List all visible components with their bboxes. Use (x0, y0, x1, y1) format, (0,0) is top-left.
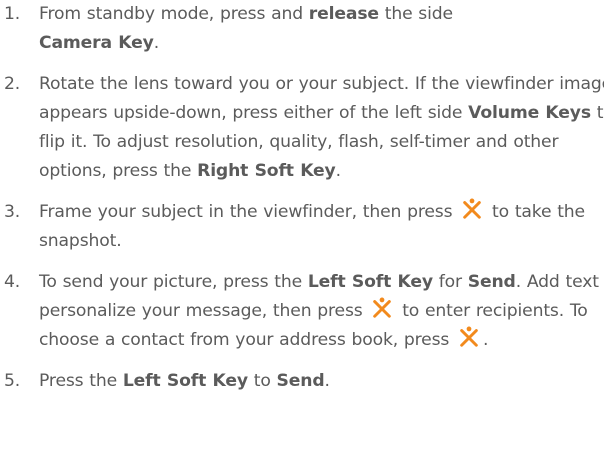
bold-term: Send (276, 371, 325, 391)
step-5: 5. Press the Left Soft Key to Send. (0, 367, 604, 396)
ok-key-icon (371, 297, 393, 319)
step-2: 2. Rotate the lens toward you or your su… (0, 70, 604, 186)
ok-key-icon (461, 198, 483, 220)
step-text: Press the (39, 371, 123, 391)
bold-term: Send (467, 272, 516, 292)
steps-list: 1. From standby mode, press and release … (0, 0, 604, 396)
step-4: 4. To send your picture, press the Left … (0, 268, 604, 355)
ok-key-icon (458, 326, 480, 348)
step-text: Frame your subject in the viewfinder, th… (39, 202, 459, 222)
step-text: . (335, 161, 341, 181)
step-text: To send your picture, press the (39, 272, 308, 292)
step-text: From standby mode, press and (39, 4, 309, 24)
step-number: 2. (4, 74, 21, 94)
bold-term: release (308, 4, 379, 24)
step-text: . (483, 330, 489, 350)
step-text: to (247, 371, 277, 391)
bold-term: Camera Key (39, 33, 154, 53)
bold-term: Left Soft Key (307, 272, 433, 292)
instructions-page: 1. From standby mode, press and release … (0, 0, 604, 469)
step-number: 3. (4, 202, 21, 222)
step-number: 5. (4, 371, 21, 391)
step-text: for (432, 272, 468, 292)
step-text: . (324, 371, 330, 391)
step-number: 1. (4, 4, 21, 24)
step-number: 4. (4, 272, 21, 292)
step-1: 1. From standby mode, press and release … (0, 0, 559, 58)
bold-term: Right Soft Key (197, 161, 336, 181)
step-text: . (153, 33, 160, 53)
bold-term: Volume Keys (468, 103, 591, 123)
step-3: 3. Frame your subject in the viewfinder,… (0, 198, 604, 256)
step-text: the side (378, 4, 453, 24)
bold-term: Left Soft Key (122, 371, 248, 391)
